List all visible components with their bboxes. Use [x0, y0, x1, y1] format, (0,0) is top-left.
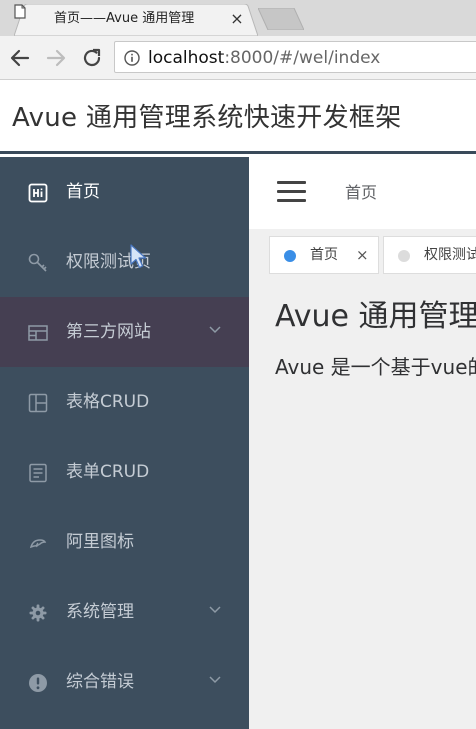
app-title: Avue 通用管理系统快速开发框架: [12, 103, 402, 133]
sidebar-item-home[interactable]: 首页: [0, 157, 249, 227]
chevron-down-icon: [209, 326, 221, 334]
url-path: :8000/#/wel/index: [224, 48, 381, 68]
back-arrow-icon[interactable]: [6, 44, 34, 72]
sidebar-item-ali-icons[interactable]: 阿里图标: [0, 507, 249, 577]
forward-arrow-icon[interactable]: [42, 44, 70, 72]
browser-tab-active[interactable]: 首页——Avue 通用管理 ×: [14, 4, 258, 36]
welcome-description: Avue 是一个基于vue的后台管理系统: [275, 355, 476, 379]
tags-bar: 首页 × 权限测试页: [249, 229, 476, 279]
warning-icon: [29, 674, 47, 692]
url-host: localhost: [148, 48, 225, 68]
top-navbar: 首页: [249, 157, 476, 229]
home-hi-icon: [28, 183, 48, 203]
sidebar-item-label: 表格CRUD: [66, 392, 150, 412]
tag-label: 首页: [310, 247, 338, 263]
sidebar-item-label: 阿里图标: [66, 532, 134, 552]
sidebar-item-table-crud[interactable]: 表格CRUD: [0, 367, 249, 437]
new-tab-button[interactable]: [258, 8, 304, 30]
sidebar-item-form-crud[interactable]: 表单CRUD: [0, 437, 249, 507]
reload-icon[interactable]: [78, 44, 106, 72]
sidebar: 首页 权限测试页 第三方网站 表格CRUD 表单CRUD 阿里图标 系统管理 综…: [0, 157, 249, 729]
tab-title: 首页——Avue 通用管理: [54, 11, 195, 26]
site-info-icon[interactable]: [124, 50, 140, 66]
layout-icon: [28, 325, 48, 341]
browser-tab-strip: 首页——Avue 通用管理 ×: [0, 0, 476, 36]
app-header: Avue 通用管理系统快速开发框架: [0, 80, 476, 154]
url-text[interactable]: localhost:8000/#/wel/index: [148, 48, 380, 68]
chevron-down-icon: [209, 676, 221, 684]
breadcrumb[interactable]: 首页: [345, 182, 377, 204]
sidebar-item-third-party-sites[interactable]: 第三方网站: [0, 297, 249, 367]
aliyun-icon: [29, 539, 47, 549]
table-grid-icon: [28, 393, 48, 413]
sidebar-item-errors[interactable]: 综合错误: [0, 647, 249, 717]
mouse-cursor-icon: [130, 244, 147, 269]
sidebar-item-permission-test[interactable]: 权限测试页: [0, 227, 249, 297]
main-area: 首页 首页 × 权限测试页 Avue 通用管理系统快速开发框架 Avue 是一个…: [249, 157, 476, 729]
chevron-down-icon: [209, 606, 221, 614]
sidebar-item-system-management[interactable]: 系统管理: [0, 577, 249, 647]
key-icon: [28, 253, 47, 272]
gear-icon: [29, 604, 47, 622]
sidebar-item-label: 综合错误: [66, 672, 134, 692]
sidebar-item-label: 系统管理: [66, 602, 134, 622]
page-favicon-icon: [14, 4, 26, 19]
tab-close-icon[interactable]: ×: [228, 10, 246, 28]
close-icon[interactable]: ×: [356, 246, 369, 264]
menu-toggle-icon[interactable]: [277, 181, 307, 203]
welcome-title: Avue 通用管理系统快速开发框架: [275, 299, 476, 334]
browser-toolbar: localhost:8000/#/wel/index: [0, 36, 476, 80]
tag-active-dot: [284, 250, 296, 262]
sidebar-item-label: 首页: [66, 182, 100, 202]
sidebar-item-label: 第三方网站: [66, 322, 151, 342]
tag-inactive-dot: [398, 250, 410, 262]
sidebar-item-label: 表单CRUD: [66, 462, 150, 482]
tag-label: 权限测试页: [424, 247, 476, 263]
tag-home[interactable]: 首页 ×: [269, 236, 379, 274]
address-bar[interactable]: localhost:8000/#/wel/index: [114, 41, 476, 73]
tag-permission-test[interactable]: 权限测试页: [383, 236, 476, 274]
form-icon: [29, 463, 47, 483]
